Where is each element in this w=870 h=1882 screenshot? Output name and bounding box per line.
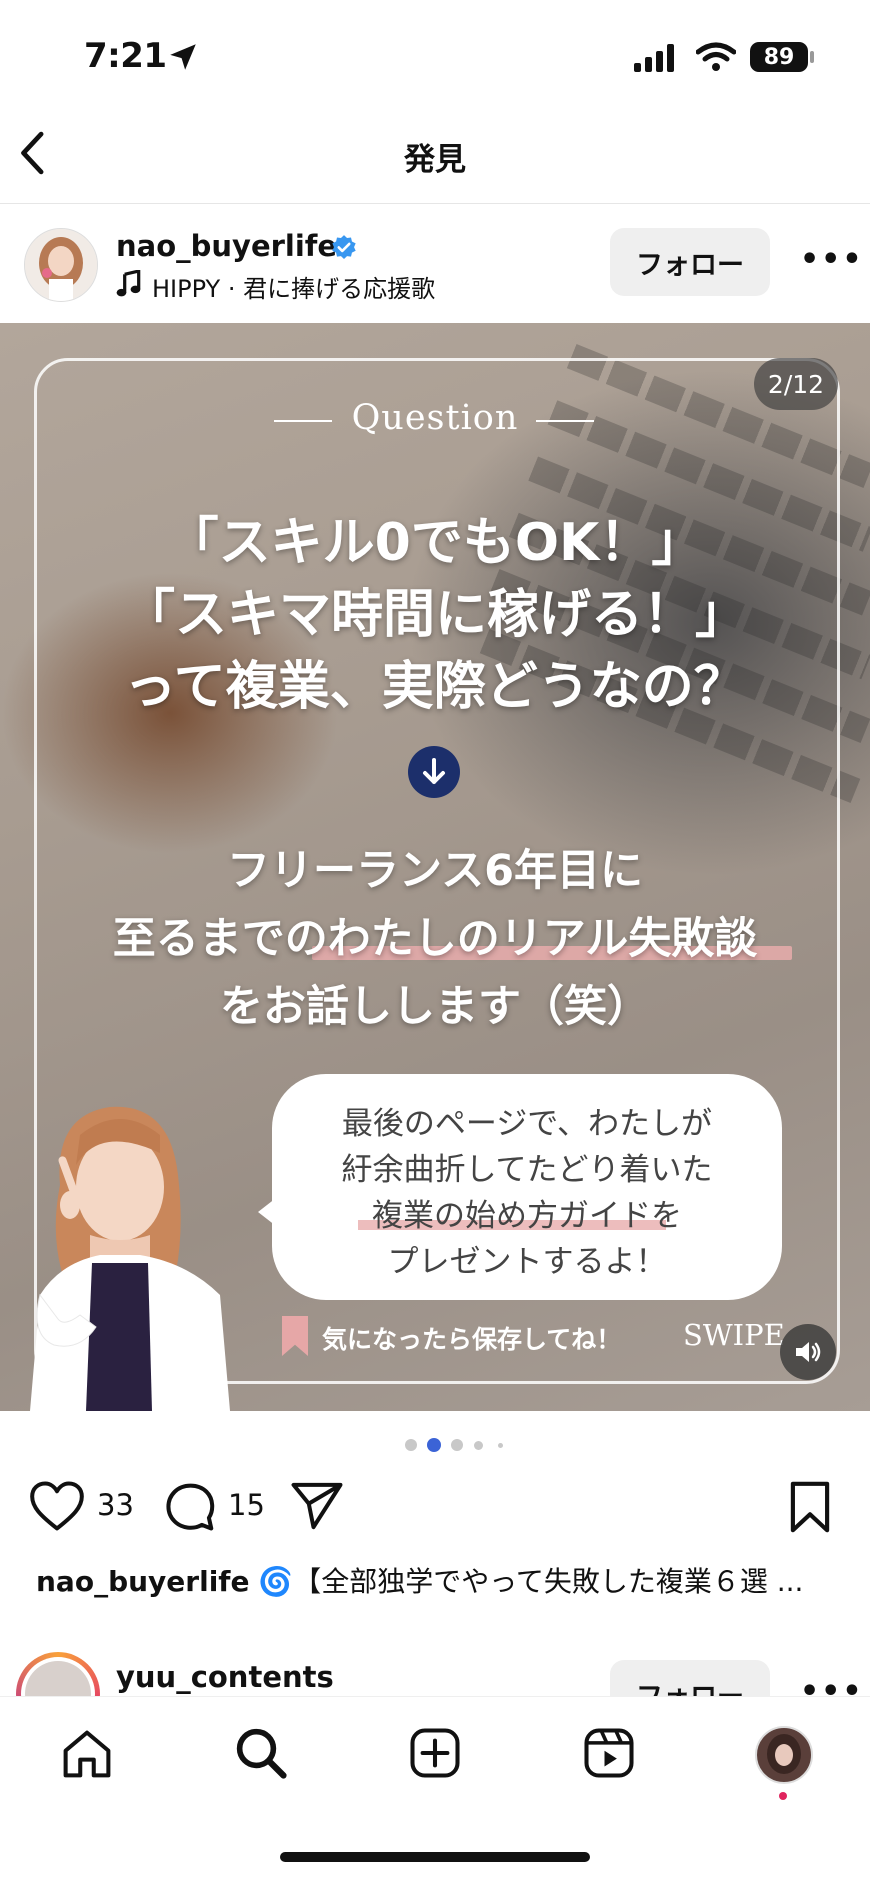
follow-button[interactable]: フォロー: [610, 228, 770, 296]
verified-badge-icon: [332, 235, 356, 259]
battery-icon: 89: [750, 42, 808, 72]
bookmark-save-icon[interactable]: [788, 1480, 832, 1534]
sound-toggle-button[interactable]: [780, 1324, 836, 1380]
save-hint-text: 気になったら保存してね！: [322, 1325, 622, 1354]
audio-track[interactable]: HIPPY · 君に捧げる応援歌: [152, 269, 435, 304]
post-avatar[interactable]: [24, 228, 98, 302]
carousel-dot-active: [427, 1438, 441, 1452]
battery-cap: [810, 51, 814, 63]
status-time: 7:21: [84, 36, 167, 76]
create-post-icon[interactable]: [408, 1726, 462, 1780]
cellular-signal-icon: [634, 44, 674, 72]
battery-level: 89: [763, 44, 795, 70]
music-note-icon: [116, 270, 141, 297]
reels-icon[interactable]: [582, 1726, 636, 1780]
headline-line-2: 「スキマ時間に稼げる！」: [122, 585, 747, 645]
caption-username[interactable]: nao_buyerlife: [36, 1565, 249, 1598]
subline-3: をお話しします（笑）: [220, 982, 650, 1032]
swipe-text: SWIPE: [683, 1318, 785, 1352]
post-caption[interactable]: nao_buyerlife 🌀【全部独学でやって失敗した複業６選 ...: [36, 1560, 836, 1600]
caption-text: 🌀【全部独学でやって失敗した複業６選 ...: [249, 1565, 804, 1598]
like-count[interactable]: 33: [97, 1488, 134, 1522]
tabbar-divider: [0, 1696, 870, 1697]
wifi-icon: [696, 42, 736, 71]
bubble-line-2: 紆余曲折してたどり着いた: [341, 1152, 713, 1188]
notification-dot: [779, 1792, 787, 1800]
header-divider: [0, 203, 870, 204]
home-indicator[interactable]: [280, 1852, 590, 1862]
woman-illustration: [30, 1106, 230, 1411]
carousel-dot: [498, 1443, 503, 1448]
headline-line-1: 「スキル0でもOK！」: [166, 513, 704, 573]
speaker-icon: [796, 1342, 821, 1362]
more-options-icon[interactable]: •••: [800, 242, 864, 277]
post-username[interactable]: nao_buyerlife: [116, 229, 337, 263]
like-heart-icon[interactable]: [28, 1480, 86, 1532]
down-arrow-icon: [408, 746, 460, 798]
carousel-dot: [474, 1441, 483, 1450]
profile-tab-avatar[interactable]: [755, 1726, 813, 1784]
comment-bubble-icon[interactable]: [164, 1480, 216, 1532]
comment-count[interactable]: 15: [228, 1488, 265, 1522]
headline-line-3: って複業、実際どうなの？: [124, 657, 746, 717]
search-icon[interactable]: [234, 1726, 288, 1780]
carousel-dot: [451, 1439, 463, 1451]
bubble-line-1: 最後のページで、わたしが: [341, 1106, 713, 1142]
bubble-line-3: 複業の始め方ガイドを: [372, 1198, 682, 1234]
carousel-dot: [405, 1439, 417, 1451]
question-label: Question: [351, 398, 519, 438]
subline-2: 至るまでのわたしのリアル失敗談: [112, 914, 758, 964]
share-send-icon[interactable]: [290, 1480, 344, 1532]
next-post-username[interactable]: yuu_contents: [116, 1660, 334, 1694]
question-line-right: [536, 420, 594, 422]
location-arrow-icon: [170, 44, 196, 70]
bubble-line-4: プレゼントするよ！: [387, 1244, 667, 1280]
page-title: 発見: [404, 142, 466, 178]
subline-1: フリーランス6年目に: [226, 846, 644, 896]
home-icon[interactable]: [60, 1728, 114, 1780]
